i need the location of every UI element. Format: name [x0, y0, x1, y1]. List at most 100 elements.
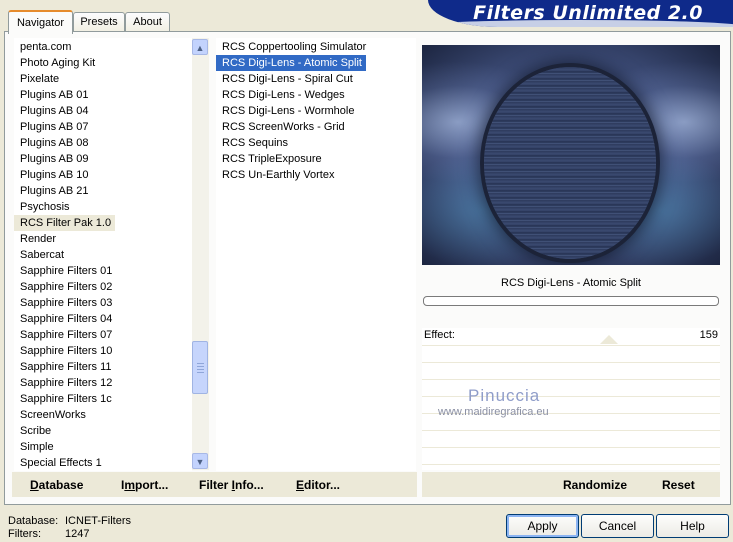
filter-item-label: RCS Un-Earthly Vortex	[222, 169, 335, 181]
database-button[interactable]: Database	[30, 478, 83, 492]
filters-count-value: 1247	[65, 528, 90, 540]
category-item-label: Psychosis	[20, 201, 70, 213]
category-item[interactable]: Photo Aging Kit	[14, 55, 192, 71]
filter-info-label-pre: Filter	[199, 478, 232, 492]
filter-item[interactable]: RCS Digi-Lens - Wedges	[216, 87, 416, 103]
filter-item-label: RCS Digi-Lens - Atomic Split	[216, 55, 366, 71]
category-item-label: Sapphire Filters 01	[20, 265, 113, 277]
reset-button[interactable]: Reset	[662, 478, 695, 492]
progress-bar	[423, 296, 719, 306]
category-item[interactable]: Render	[14, 231, 192, 247]
effect-slider-thumb[interactable]	[600, 335, 618, 344]
category-item[interactable]: Sapphire Filters 07	[14, 327, 192, 343]
category-list[interactable]: penta.com Photo Aging Kit Pixelate Plugins …	[14, 38, 192, 471]
filter-item[interactable]: RCS Un-Earthly Vortex	[216, 167, 416, 183]
watermark-url: www.maidiregrafica.eu	[438, 406, 549, 418]
param-divider	[422, 345, 720, 346]
category-item[interactable]: penta.com	[14, 39, 192, 55]
category-item-label: Plugins AB 04	[20, 105, 89, 117]
editor-label: ditor...	[304, 478, 341, 492]
apply-button[interactable]: Apply	[506, 514, 579, 538]
param-divider	[422, 379, 720, 380]
database-status-value: ICNET-Filters	[65, 515, 131, 527]
editor-accel: E	[296, 478, 305, 492]
up-arrow-icon: ▲	[195, 43, 205, 53]
category-item-label: penta.com	[20, 41, 72, 53]
category-item[interactable]: Plugins AB 09	[14, 151, 192, 167]
category-item[interactable]: ScreenWorks	[14, 407, 192, 423]
category-item[interactable]: Plugins AB 07	[14, 119, 192, 135]
filter-item[interactable]: RCS Coppertooling Simulator	[216, 39, 416, 55]
category-item[interactable]: Plugins AB 21	[14, 183, 192, 199]
category-item-label: Sapphire Filters 07	[20, 329, 113, 341]
database-label: atabase	[38, 478, 84, 492]
editor-button[interactable]: Editor...	[296, 478, 340, 492]
current-filter-name: RCS Digi-Lens - Atomic Split	[501, 277, 641, 289]
filter-item[interactable]: RCS ScreenWorks - Grid	[216, 119, 416, 135]
filter-item[interactable]: RCS TripleExposure	[216, 151, 416, 167]
category-item[interactable]: Simple	[14, 439, 192, 455]
import-label: port...	[135, 478, 169, 492]
import-button[interactable]: Import...	[121, 478, 168, 492]
filter-item-label: RCS Digi-Lens - Wormhole	[222, 105, 355, 117]
filter-item[interactable]: RCS Digi-Lens - Wormhole	[216, 103, 416, 119]
filter-preview-image	[422, 45, 720, 265]
category-item[interactable]: Psychosis	[14, 199, 192, 215]
category-item[interactable]: Sapphire Filters 01	[14, 263, 192, 279]
category-item-label: ScreenWorks	[20, 409, 86, 421]
category-item-label: Sabercat	[20, 249, 65, 261]
filter-item[interactable]: RCS Digi-Lens - Spiral Cut	[216, 71, 416, 87]
database-accel: D	[30, 478, 39, 492]
category-item[interactable]: Sabercat	[14, 247, 192, 263]
category-item-label: RCS Filter Pak 1.0	[14, 215, 116, 231]
tab-navigator[interactable]: Navigator	[8, 10, 73, 34]
randomize-button[interactable]: Randomize	[563, 478, 627, 492]
help-button[interactable]: Help	[656, 514, 729, 538]
category-item-label: Plugins AB 07	[20, 121, 89, 133]
filters-count-label: Filters:	[8, 528, 41, 540]
param-divider	[422, 447, 720, 448]
param-divider	[422, 396, 720, 397]
category-item[interactable]: Scribe	[14, 423, 192, 439]
tab-about[interactable]: About	[125, 12, 170, 32]
filter-item-label: RCS ScreenWorks - Grid	[222, 121, 345, 133]
effect-value[interactable]: 159	[680, 329, 718, 341]
category-item[interactable]: Plugins AB 04	[14, 103, 192, 119]
category-item-label: Photo Aging Kit	[20, 57, 96, 69]
scroll-thumb[interactable]	[192, 341, 208, 394]
category-item[interactable]: RCS Filter Pak 1.0	[14, 215, 192, 231]
category-item[interactable]: Sapphire Filters 04	[14, 311, 192, 327]
filter-item[interactable]: RCS Digi-Lens - Atomic Split	[216, 55, 416, 71]
cancel-button[interactable]: Cancel	[581, 514, 654, 538]
category-item[interactable]: Plugins AB 08	[14, 135, 192, 151]
category-item[interactable]: Sapphire Filters 03	[14, 295, 192, 311]
tab-presets[interactable]: Presets	[73, 12, 125, 32]
category-item[interactable]: Plugins AB 10	[14, 167, 192, 183]
category-item[interactable]: Sapphire Filters 1c	[14, 391, 192, 407]
category-item[interactable]: Pixelate	[14, 71, 192, 87]
category-item[interactable]: Special Effects 1	[14, 455, 192, 471]
param-divider	[422, 430, 720, 431]
grip-icon	[197, 363, 204, 364]
filter-info-label: nfo...	[235, 478, 264, 492]
effect-label: Effect:	[424, 329, 455, 341]
category-item-label: Sapphire Filters 1c	[20, 393, 112, 405]
category-item[interactable]: Sapphire Filters 02	[14, 279, 192, 295]
category-item[interactable]: Sapphire Filters 11	[14, 359, 192, 375]
category-item[interactable]: Plugins AB 01	[14, 87, 192, 103]
filter-item-label: RCS Digi-Lens - Wedges	[222, 89, 345, 101]
category-scrollbar[interactable]: ▲ ▼	[192, 38, 209, 470]
scroll-down-button[interactable]: ▼	[192, 453, 208, 469]
scroll-up-button[interactable]: ▲	[192, 39, 208, 55]
category-item[interactable]: Sapphire Filters 10	[14, 343, 192, 359]
grip-line	[197, 366, 204, 367]
filter-item[interactable]: RCS Sequins	[216, 135, 416, 151]
category-item-label: Sapphire Filters 10	[20, 345, 113, 357]
down-arrow-icon: ▼	[195, 457, 205, 467]
filter-info-button[interactable]: Filter Info...	[199, 478, 264, 492]
category-item[interactable]: Sapphire Filters 12	[14, 375, 192, 391]
filter-list[interactable]: RCS Coppertooling Simulator RCS Digi-Lens…	[216, 38, 416, 471]
database-status-label: Database:	[8, 515, 59, 527]
grip-line	[197, 372, 204, 373]
filter-item-label: RCS Sequins	[222, 137, 289, 149]
